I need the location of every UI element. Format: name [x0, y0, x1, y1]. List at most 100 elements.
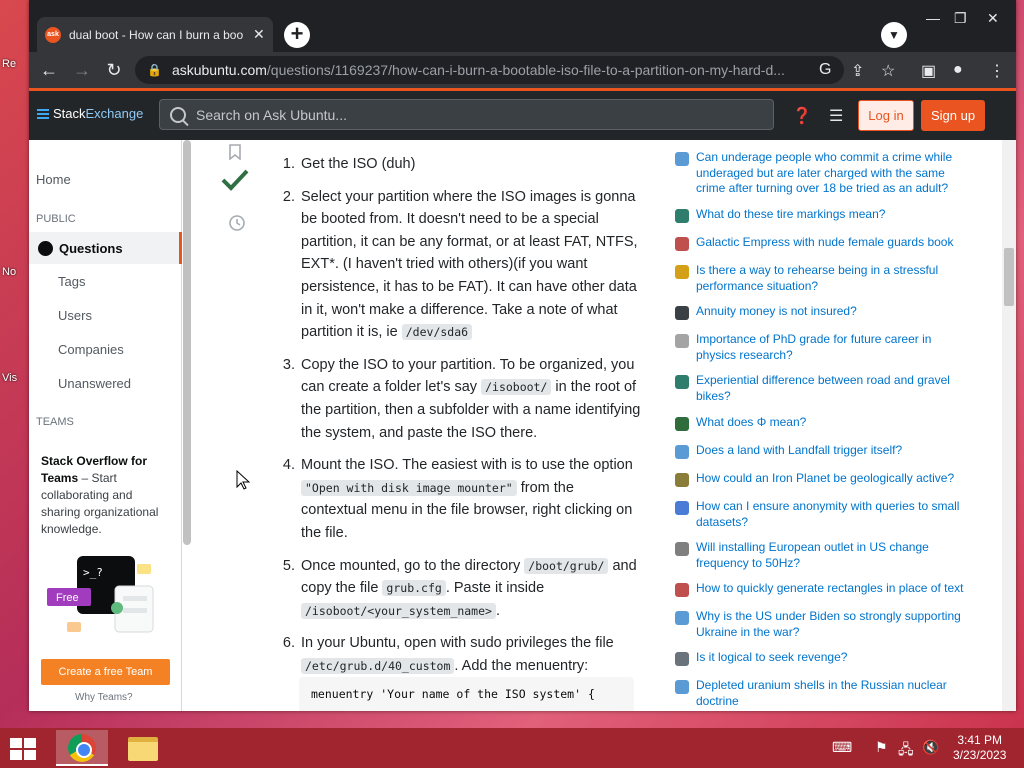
hot-question-item[interactable]: Importance of PhD grade for future caree… [675, 332, 971, 363]
hot-question-item[interactable]: How to quickly generate rectangles in pl… [675, 581, 971, 597]
forward-arrow-icon[interactable]: → [72, 60, 92, 81]
hot-question-link[interactable]: Is it logical to seek revenge? [696, 650, 971, 666]
windows-start-icon[interactable] [10, 738, 38, 760]
mouse-cursor-icon [236, 470, 250, 490]
hot-question-link[interactable]: Experiential difference between road and… [696, 373, 971, 404]
keyboard-icon[interactable]: ⌨ [832, 739, 852, 756]
address-bar[interactable]: 🔒 askubuntu.com/questions/1169237/how-ca… [135, 56, 844, 84]
step-1: Get the ISO (duh) [299, 153, 642, 176]
hot-question-item[interactable]: Why is the US under Biden so strongly su… [675, 609, 971, 640]
clock-time: 3:41 PM [957, 733, 1003, 747]
browser-window: ask dual boot - How can I burn a boo ✕ +… [29, 0, 1016, 711]
nav-unanswered[interactable]: Unanswered [58, 376, 131, 391]
profile-avatar-icon[interactable]: ● [953, 61, 963, 79]
hot-question-link[interactable]: Will installing European outlet in US ch… [696, 540, 971, 571]
lock-icon[interactable]: 🔒 [147, 63, 162, 77]
site-switcher-icon[interactable]: ☰ [829, 106, 843, 126]
hot-question-item[interactable]: How can I ensure anonymity with queries … [675, 499, 971, 530]
back-arrow-icon[interactable]: ← [39, 60, 59, 81]
reload-icon[interactable]: ↻ [104, 60, 124, 81]
sign-up-button[interactable]: Sign up [921, 100, 985, 131]
code-block[interactable]: menuentry 'Your name of the ISO system' … [299, 677, 634, 711]
hot-question-link[interactable]: Why is the US under Biden so strongly su… [696, 609, 971, 640]
site-favicon-icon [675, 306, 689, 320]
hot-question-link[interactable]: Can underage people who commit a crime w… [696, 150, 971, 197]
hot-question-link[interactable]: Does a land with Landfall trigger itself… [696, 443, 971, 459]
hot-question-item[interactable]: Galactic Empress with nude female guards… [675, 235, 971, 251]
taskbar-file-explorer-app[interactable] [118, 730, 170, 766]
folder-icon [128, 737, 158, 761]
hot-question-item[interactable]: How could an Iron Planet be geologically… [675, 471, 971, 487]
stackexchange-logo[interactable]: Stack Exchange [37, 106, 143, 121]
hot-question-item[interactable]: Is there a way to rehearse being in a st… [675, 263, 971, 294]
hot-question-item[interactable]: What does Φ mean? [675, 415, 971, 431]
hot-question-item[interactable]: Can underage people who commit a crime w… [675, 150, 971, 197]
maximize-icon[interactable]: ❐ [954, 10, 967, 27]
url-text: askubuntu.com/questions/1169237/how-can-… [171, 62, 785, 78]
stackexchange-header: Stack Exchange Search on Ask Ubuntu... ❓ … [29, 88, 1016, 140]
hot-question-link[interactable]: Annuity money is not insured? [696, 304, 971, 320]
share-icon[interactable]: ⇪ [851, 61, 864, 81]
hot-question-item[interactable]: What do these tire markings mean? [675, 207, 971, 223]
kebab-menu-icon[interactable]: ⋮ [989, 61, 1005, 81]
hot-question-link[interactable]: Is there a way to rehearse being in a st… [696, 263, 971, 294]
hot-question-item[interactable]: Does a land with Landfall trigger itself… [675, 443, 971, 459]
desktop-icon-label[interactable]: Vis [2, 372, 17, 384]
page-scrollbar[interactable] [1002, 140, 1016, 711]
hot-question-item[interactable]: Experiential difference between road and… [675, 373, 971, 404]
accepted-checkmark-icon[interactable] [221, 168, 249, 192]
site-favicon-icon [675, 237, 689, 251]
close-window-icon[interactable]: ✕ [987, 10, 999, 27]
tab-search-chevron-icon[interactable]: ▼ [881, 22, 907, 48]
history-icon[interactable] [228, 214, 246, 232]
bookmark-star-icon[interactable]: ☆ [881, 61, 895, 81]
nav-home[interactable]: Home [36, 172, 71, 187]
flag-icon[interactable]: ⚑ [875, 739, 888, 756]
sidebar-scrollbar[interactable] [183, 140, 191, 545]
nav-users[interactable]: Users [58, 308, 92, 323]
site-favicon-icon [675, 680, 689, 694]
hot-question-link[interactable]: Galactic Empress with nude female guards… [696, 235, 971, 251]
nav-questions[interactable]: Questions [29, 232, 182, 264]
hot-question-link[interactable]: What do these tire markings mean? [696, 207, 971, 223]
left-sidebar: Home PUBLIC Questions Tags Users Compani… [29, 140, 182, 711]
google-lens-icon[interactable]: G [819, 61, 831, 79]
side-panel-icon[interactable]: ▣ [921, 61, 936, 81]
scrollbar-thumb[interactable] [1004, 248, 1014, 306]
step-3: Copy the ISO to your partition. To be or… [299, 354, 642, 444]
hot-question-item[interactable]: Will installing European outlet in US ch… [675, 540, 971, 571]
tab-close-icon[interactable]: ✕ [253, 26, 265, 43]
site-favicon-icon [675, 417, 689, 431]
hot-question-item[interactable]: Depleted uranium shells in the Russian n… [675, 678, 971, 709]
hot-question-link[interactable]: What does Φ mean? [696, 415, 971, 431]
browser-tab[interactable]: ask dual boot - How can I burn a boo ✕ [37, 17, 273, 52]
desktop-icon-label[interactable]: Re [2, 58, 16, 70]
desktop-icon-label[interactable]: No [2, 266, 16, 278]
step-5: Once mounted, go to the directory /boot/… [299, 555, 642, 623]
taskbar: ⌨ ⚑ 🖧 🔇 3:41 PM 3/23/2023 [0, 728, 1024, 768]
system-clock[interactable]: 3:41 PM 3/23/2023 [953, 733, 1006, 763]
hot-question-link[interactable]: How to quickly generate rectangles in pl… [696, 581, 971, 597]
hot-question-link[interactable]: Importance of PhD grade for future caree… [696, 332, 971, 363]
teams-illustration: >_? Free [47, 556, 154, 633]
taskbar-chrome-app[interactable] [56, 730, 108, 766]
bookmark-icon[interactable] [228, 144, 242, 160]
hot-question-link[interactable]: How could an Iron Planet be geologically… [696, 471, 971, 487]
network-icon[interactable]: 🖧 [898, 739, 914, 763]
create-team-button[interactable]: Create a free Team [41, 659, 170, 685]
help-icon[interactable]: ❓ [792, 106, 812, 126]
answer-body: Get the ISO (duh) Select your partition … [282, 153, 642, 687]
hot-question-item[interactable]: Annuity money is not insured? [675, 304, 971, 320]
new-tab-button[interactable]: + [284, 22, 310, 48]
site-search-input[interactable]: Search on Ask Ubuntu... [159, 99, 774, 130]
nav-tags[interactable]: Tags [58, 274, 85, 289]
hot-question-link[interactable]: How can I ensure anonymity with queries … [696, 499, 971, 530]
hot-question-item[interactable]: Is it logical to seek revenge? [675, 650, 971, 666]
minimize-icon[interactable]: — [926, 10, 940, 26]
nav-companies[interactable]: Companies [58, 342, 124, 357]
why-teams-link[interactable]: Why Teams? [75, 692, 133, 703]
hot-question-link[interactable]: Depleted uranium shells in the Russian n… [696, 678, 971, 709]
svg-text:>_?: >_? [83, 566, 103, 579]
volume-muted-icon[interactable]: 🔇 [922, 739, 939, 756]
log-in-button[interactable]: Log in [858, 100, 914, 131]
